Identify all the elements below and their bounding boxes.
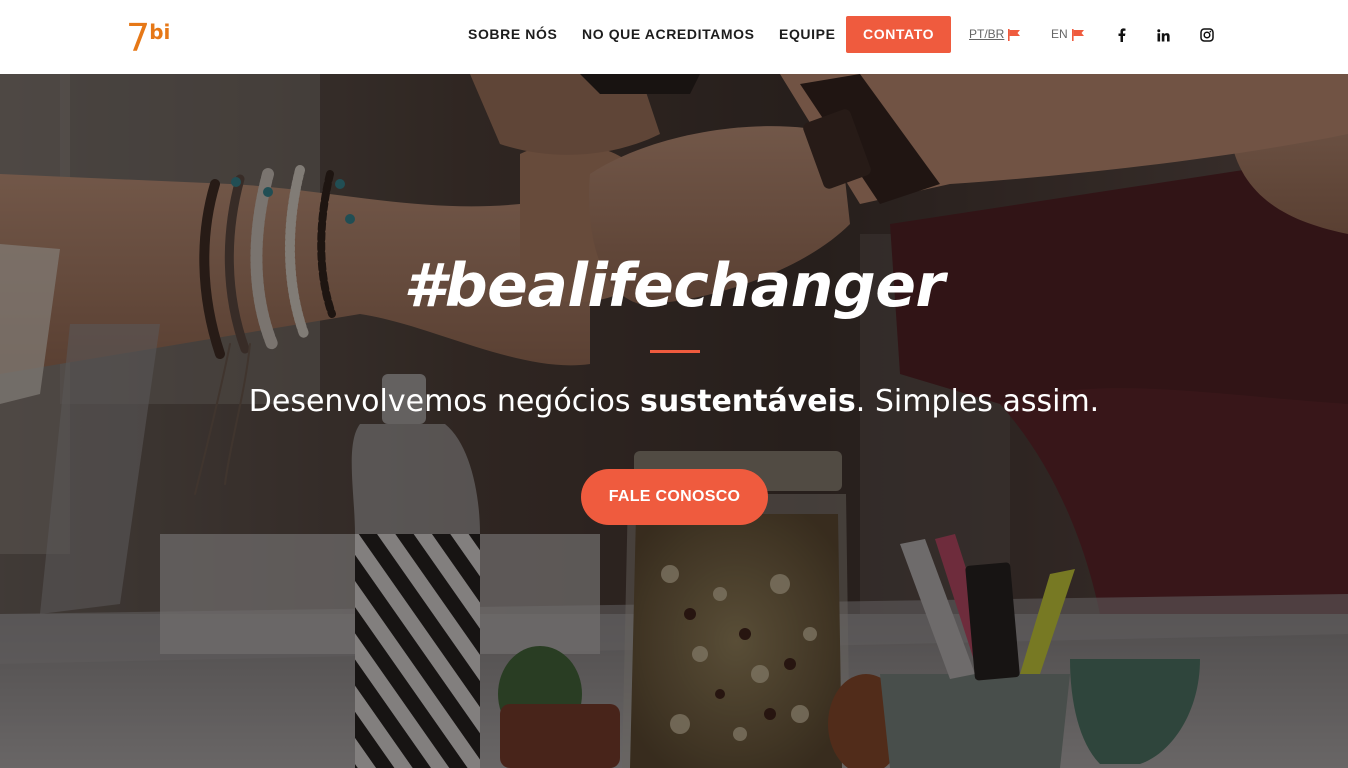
language-pt-br-label: PT/BR	[969, 27, 1005, 41]
facebook-icon	[1118, 28, 1125, 42]
nav-link-equipe[interactable]: EQUIPE	[779, 16, 836, 53]
hero-divider	[650, 350, 700, 353]
main-nav: SOBRE NÓS NO QUE ACREDITAMOS EQUIPE CONT…	[0, 16, 1348, 53]
contact-button[interactable]: CONTATO	[846, 16, 952, 53]
language-en-label: EN	[1051, 27, 1068, 41]
instagram-link[interactable]	[1197, 25, 1217, 45]
fale-conosco-button[interactable]: FALE CONOSCO	[581, 469, 768, 525]
site-header: 7 bi SOBRE NÓS NO QUE ACREDITAMOS EQUIPE…	[0, 0, 1348, 74]
linkedin-icon	[1156, 28, 1170, 41]
language-pt-br[interactable]: PT/BR	[969, 16, 1021, 53]
flag-icon	[1008, 28, 1021, 41]
hero-subtitle: Desenvolvemos negócios sustentáveis. Sim…	[0, 380, 1348, 424]
flag-icon	[1071, 28, 1084, 41]
hero-subtitle-post: . Simples assim.	[855, 384, 1100, 419]
nav-link-no-que-acreditamos[interactable]: NO QUE ACREDITAMOS	[582, 16, 755, 53]
instagram-icon	[1200, 28, 1214, 42]
facebook-link[interactable]	[1111, 25, 1131, 45]
nav-link-sobre-nos[interactable]: SOBRE NÓS	[468, 16, 557, 53]
hero-section: #bealifechanger Desenvolvemos negócios s…	[0, 74, 1348, 768]
hero-subtitle-bold: sustentáveis	[640, 384, 856, 419]
hero-title: #bealifechanger	[403, 251, 945, 321]
language-en[interactable]: EN	[1051, 16, 1085, 53]
linkedin-link[interactable]	[1153, 25, 1173, 45]
hero-subtitle-pre: Desenvolvemos negócios	[248, 384, 641, 419]
